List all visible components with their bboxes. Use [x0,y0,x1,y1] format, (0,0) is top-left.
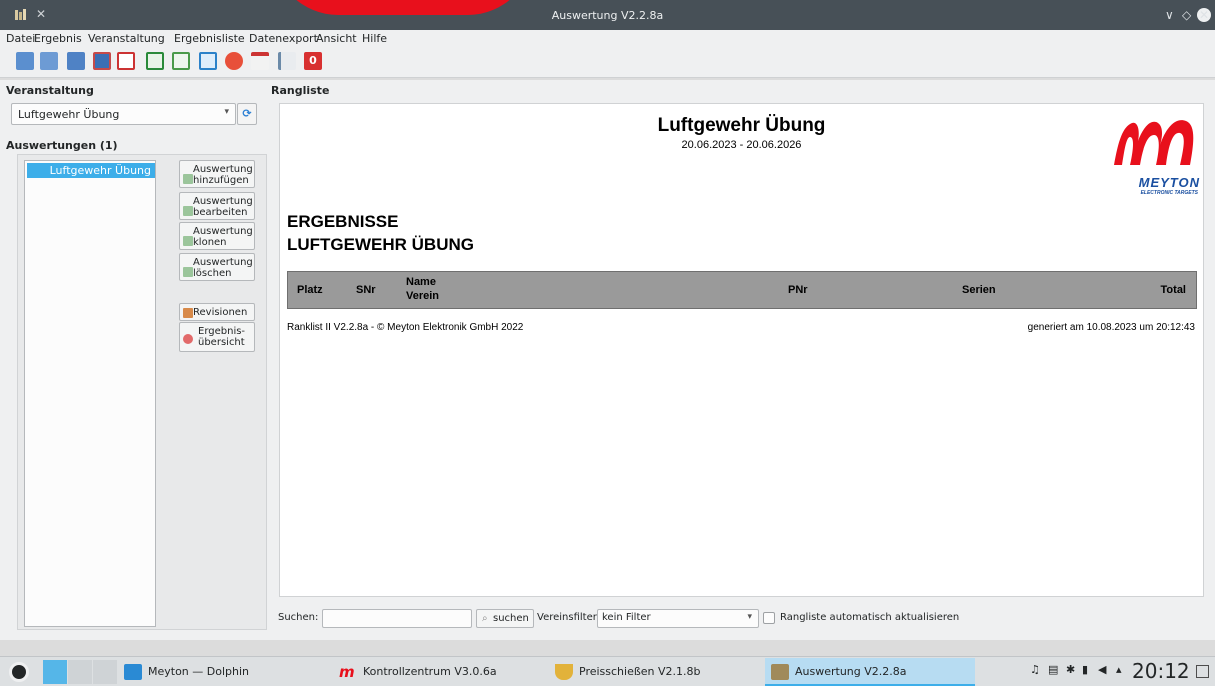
task-kontrollzentrum[interactable]: m Kontrollzentrum V3.0.6a [333,658,543,686]
print-icon[interactable] [16,52,34,70]
vereinsfilter-label: Vereinsfilter: [537,612,601,623]
pager-desktop-1[interactable] [43,660,67,684]
close-button[interactable]: ✕ [1197,8,1211,22]
revisionen-button[interactable]: Revisionen [179,303,255,321]
menu-veranstaltung[interactable]: Veranstaltung [88,32,165,45]
storage-icon[interactable]: ▮ [1082,663,1088,676]
menu-hilfe[interactable]: Hilfe [362,32,387,45]
auto-refresh-checkbox[interactable] [763,612,775,624]
task-preisschiessen[interactable]: Preisschießen V2.1.8b [549,658,759,686]
list-item[interactable]: Luftgewehr Übung [27,163,155,178]
col-pnr: PNr [788,284,808,296]
menu-ansicht[interactable]: Ansicht [316,32,357,45]
chevron-down-icon: ▾ [224,107,229,117]
logo-subtext: ELECTRONIC TARGETS [1140,190,1198,196]
pager-desktop-3[interactable] [93,660,117,684]
col-total: Total [1160,284,1186,296]
auswertung-hinzufuegen-button[interactable]: Auswertung hinzufügen [179,160,255,188]
col-snr: SNr [356,284,376,296]
toolbar: 0 [0,48,1215,78]
meyton-icon: m [339,663,355,681]
auswertungen-list[interactable]: Luftgewehr Übung [24,160,156,627]
launcher-icon[interactable] [9,662,29,682]
refresh-icon: ⟳ [242,107,252,120]
col-name: Name [406,276,436,288]
auswertung-klonen-button[interactable]: Auswertung klonen [179,222,255,250]
table-header: Platz SNr Name Verein PNr Serien Total [287,271,1197,309]
reload-icon[interactable] [199,52,217,70]
heading-ergebnisse: ERGEBNISSE [287,212,399,231]
window-titlebar: ✕ Auswertung V2.2.8a ∨ ◇ ✕ [0,0,1215,30]
print-preview-icon[interactable] [40,52,58,70]
auswertung-icon [771,664,789,680]
bluetooth-icon[interactable]: ✱ [1066,663,1075,676]
task-auswertung[interactable]: Auswertung V2.2.8a [765,658,975,686]
task-dolphin[interactable]: Meyton — Dolphin [118,658,328,686]
calendar-icon[interactable] [251,52,269,70]
suchen-button[interactable]: ⌕ suchen [476,609,534,628]
rangliste-label: Rangliste [271,84,330,97]
refresh-button[interactable]: ⟳ [237,103,257,125]
print-options-icon[interactable] [67,52,85,70]
search-icon: ⌕ [482,613,488,624]
report-footer-generated: generiert am 10.08.2023 um 20:12:43 [1027,322,1195,333]
target-icon[interactable] [225,52,243,70]
clock[interactable]: 20:12 [1132,659,1190,683]
col-verein: Verein [406,290,440,302]
maximize-button[interactable]: ◇ [1182,8,1191,22]
chevron-down-icon: ▾ [747,612,752,622]
pager-desktop-2[interactable] [68,660,92,684]
minimize-button[interactable]: ∨ [1165,8,1174,22]
notifications-icon[interactable]: ♫ [1030,663,1040,676]
auswertung-loeschen-button[interactable]: Auswertung löschen [179,253,255,281]
delete-icon [183,267,193,277]
report-view[interactable]: Luftgewehr Übung 20.06.2023 - 20.06.2026… [279,103,1204,597]
clone-icon [183,236,193,246]
menu-ergebnisliste[interactable]: Ergebnisliste [174,32,245,45]
volume-icon[interactable]: ◀ [1098,663,1106,676]
auswertung-bearbeiten-button[interactable]: Auswertung bearbeiten [179,192,255,220]
heart-icon [183,334,193,344]
clipboard-icon[interactable]: ▤ [1048,663,1058,676]
taskbar: Meyton — Dolphin m Kontrollzentrum V3.0.… [0,656,1215,686]
veranstaltung-label: Veranstaltung [6,84,94,97]
report-footer-copyright: Ranklist II V2.2.8a - © Meyton Elektroni… [287,322,524,333]
logo-text: MEYTON [1138,175,1200,190]
auto-refresh-label: Rangliste automatisch aktualisieren [780,612,960,623]
veranstaltung-select[interactable]: Luftgewehr Übung ▾ [11,103,236,125]
auswertungen-label: Auswertungen (1) [6,139,118,152]
save-icon[interactable] [93,52,111,70]
menubar: Datei Ergebnis Veranstaltung Ergebnislis… [0,30,1215,48]
report-title: Luftgewehr Übung [657,115,826,136]
edit-icon [183,206,193,216]
csv-export-icon[interactable] [146,52,164,70]
col-serien: Serien [962,284,996,296]
pdf-export-icon[interactable] [117,52,135,70]
col-platz: Platz [297,284,323,296]
filter-bar: Suchen: ⌕ suchen Vereinsfilter: kein Fil… [270,606,1215,630]
folder-icon [124,664,142,680]
heading-discipline: LUFTGEWEHR ÜBUNG [287,235,474,254]
meyton-logo-mark [1114,120,1194,165]
trophy-icon [555,664,573,680]
ergebnisuebersicht-button[interactable]: Ergebnis-übersicht [179,322,255,352]
exit-icon[interactable]: 0 [304,52,322,70]
show-desktop-icon[interactable] [1196,665,1209,678]
window-title: Auswertung V2.2.8a [551,9,664,22]
meyton-logo: MEYTON ELECTRONIC TARGETS [1108,113,1200,201]
search-label: Suchen: [278,612,319,623]
html-export-icon[interactable] [172,52,190,70]
vereinsfilter-select[interactable]: kein Filter ▾ [597,609,759,628]
expand-tray-icon[interactable]: ▴ [1116,663,1122,676]
add-icon [183,174,193,184]
menu-ergebnis[interactable]: Ergebnis [34,32,82,45]
report-date-range: 20.06.2023 - 20.06.2026 [681,139,802,151]
menu-datenexport[interactable]: Datenexport [249,32,318,45]
ranking-list-icon[interactable] [278,52,296,70]
search-input[interactable] [322,609,472,628]
menu-datei[interactable]: Datei [6,32,35,45]
revisions-icon [183,308,193,318]
